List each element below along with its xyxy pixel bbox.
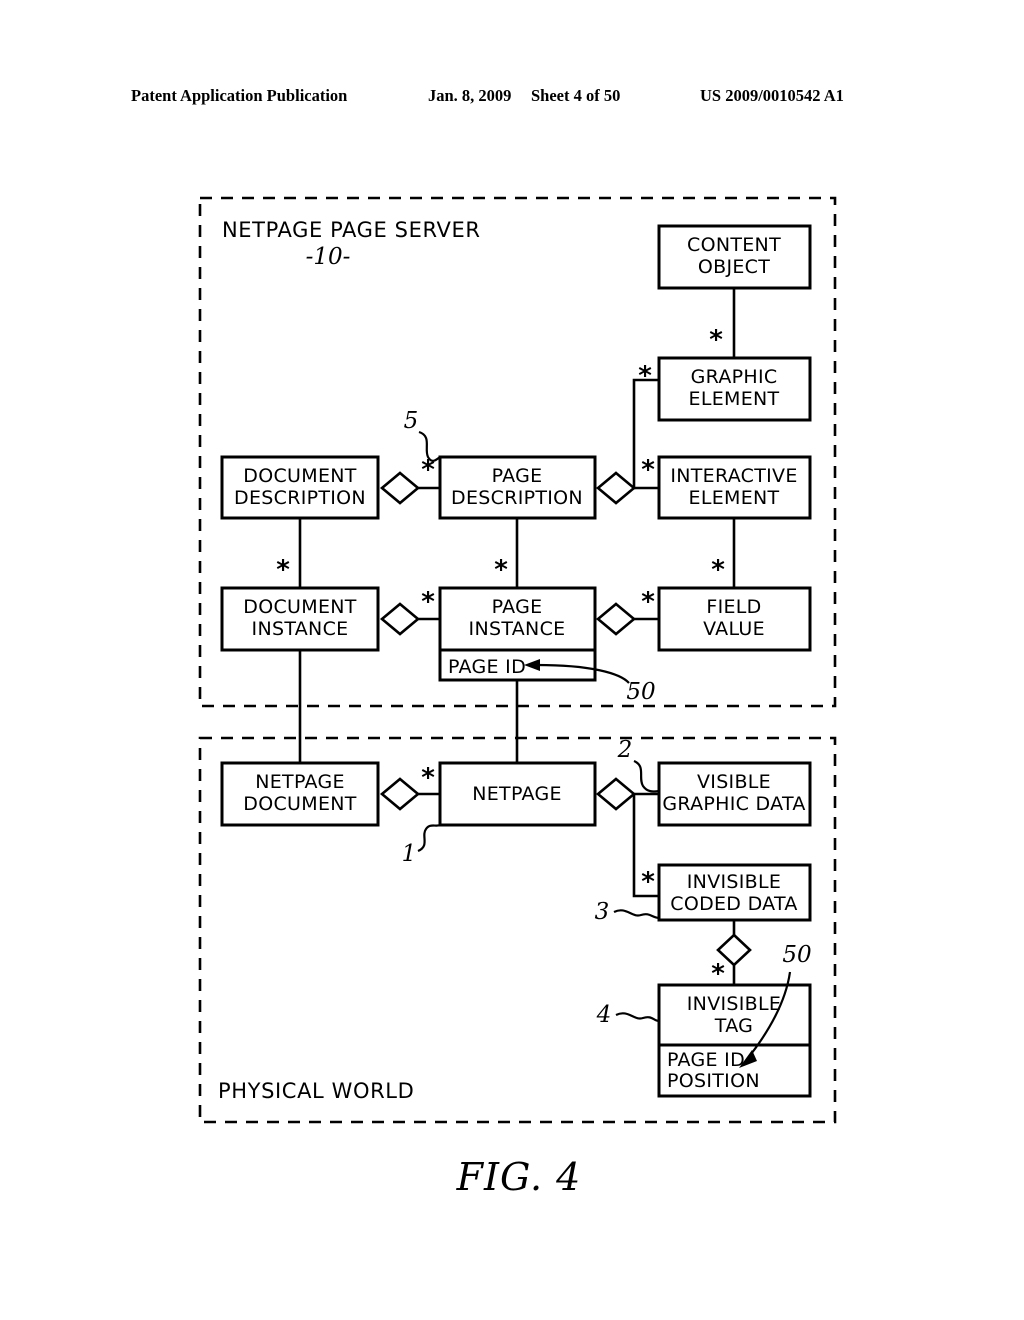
box-visible-graphic-data-label-line2: GRAPHIC DATA	[662, 793, 805, 815]
box-field-value[interactable]: FIELD VALUE	[657, 586, 812, 652]
multiplicity-star-netpage-invisible-coded-data: *	[641, 867, 655, 897]
box-document-instance-label-line1: DOCUMENT	[243, 596, 356, 618]
figure-caption: FIG. 4	[456, 1155, 582, 1199]
box-page-instance-label-line1: PAGE	[492, 596, 543, 618]
box-invisible-tag-attribute-page-id: PAGE ID	[667, 1049, 745, 1071]
box-document-instance[interactable]: DOCUMENT INSTANCE	[220, 586, 380, 652]
multiplicity-star-page-description-interactive-element: *	[641, 455, 655, 485]
box-netpage-label-line1: NETPAGE	[472, 783, 562, 805]
aggregation-diamond-netpage	[595, 777, 637, 811]
multiplicity-star-netpage-document-netpage: *	[421, 763, 435, 793]
aggregation-diamond-document-instance	[379, 602, 421, 636]
ref-numeral-visible-graphic-data: 2	[617, 737, 633, 763]
box-visible-graphic-data-label-line1: VISIBLE	[697, 771, 771, 793]
box-netpage[interactable]: NETPAGE	[438, 761, 597, 827]
ref-numeral-server-panel: -10-	[306, 244, 351, 270]
box-document-instance-label-line2: INSTANCE	[252, 618, 349, 640]
multiplicity-star-invisible-coded-data-invisible-tag: *	[711, 959, 725, 989]
aggregation-diamond-netpage-document	[379, 777, 421, 811]
ref-leader-invisible-coded-data	[613, 909, 660, 920]
box-interactive-element-label-line2: ELEMENT	[689, 487, 780, 509]
multiplicity-star-page-instance-field-value: *	[641, 587, 655, 617]
box-invisible-tag[interactable]: INVISIBLE TAG PAGE ID POSITION	[657, 983, 812, 1098]
multiplicity-star-page-description-graphic-element: *	[638, 361, 652, 391]
box-graphic-element[interactable]: GRAPHIC ELEMENT	[657, 356, 812, 422]
panel-title-netpage-page-server: NETPAGE PAGE SERVER	[222, 218, 481, 242]
ref-numeral-page-id-tag: 50	[782, 942, 811, 968]
box-invisible-tag-attribute-position: POSITION	[667, 1070, 760, 1092]
ref-numeral-invisible-coded-data: 3	[595, 899, 610, 925]
box-field-value-label-line1: FIELD	[706, 596, 761, 618]
box-graphic-element-label-line2: ELEMENT	[689, 388, 780, 410]
box-content-object-label-line1: CONTENT	[687, 234, 781, 256]
ref-leader-netpage	[417, 823, 441, 853]
ref-numeral-invisible-tag: 4	[596, 1002, 612, 1028]
aggregation-diamond-document-description	[379, 471, 421, 505]
box-invisible-tag-label-line1: INVISIBLE	[687, 993, 781, 1015]
box-netpage-document-label-line2: DOCUMENT	[243, 793, 356, 815]
box-content-object[interactable]: CONTENT OBJECT	[657, 224, 812, 290]
box-document-description[interactable]: DOCUMENT DESCRIPTION	[220, 455, 380, 520]
box-netpage-document[interactable]: NETPAGE DOCUMENT	[220, 761, 380, 827]
ref-leader-invisible-tag	[615, 1012, 660, 1023]
ref-numeral-page-description: 5	[404, 408, 419, 434]
aggregation-diamond-page-instance	[595, 602, 637, 636]
box-visible-graphic-data[interactable]: VISIBLE GRAPHIC DATA	[657, 761, 812, 827]
box-page-description-label-line1: PAGE	[492, 465, 543, 487]
box-document-description-label-line1: DOCUMENT	[243, 465, 356, 487]
figure-4-diagram: NETPAGE PAGE SERVER -10- PHYSICAL WORLD	[198, 196, 837, 1199]
patent-figure-page: Patent Application Publication Jan. 8, 2…	[0, 0, 1024, 1320]
ref-numeral-netpage: 1	[402, 841, 417, 867]
box-document-description-label-line2: DESCRIPTION	[234, 487, 366, 509]
multiplicity-star-content-object-graphic-element: *	[709, 325, 723, 355]
box-invisible-tag-label-line2: TAG	[714, 1015, 753, 1037]
box-page-instance-label-line2: INSTANCE	[469, 618, 566, 640]
box-page-description-label-line2: DESCRIPTION	[451, 487, 583, 509]
multiplicity-star-document-description-page-description: *	[421, 455, 435, 485]
ref-leader-visible-graphic-data	[633, 759, 660, 793]
multiplicity-star-page-description-page-instance: *	[494, 555, 508, 585]
multiplicity-star-document-instance-page-instance: *	[421, 587, 435, 617]
box-interactive-element-label-line1: INTERACTIVE	[670, 465, 797, 487]
box-invisible-coded-data[interactable]: INVISIBLE CODED DATA	[657, 863, 812, 922]
box-page-instance-attribute-page-id: PAGE ID	[448, 656, 526, 678]
box-page-description[interactable]: PAGE DESCRIPTION	[438, 455, 597, 520]
box-netpage-document-label-line1: NETPAGE	[255, 771, 345, 793]
box-content-object-label-line2: OBJECT	[698, 256, 770, 278]
box-invisible-coded-data-label-line1: INVISIBLE	[687, 871, 781, 893]
multiplicity-star-document-description-document-instance: *	[276, 555, 290, 585]
box-interactive-element[interactable]: INTERACTIVE ELEMENT	[657, 455, 812, 520]
multiplicity-star-interactive-element-field-value: *	[711, 555, 725, 585]
aggregation-diamond-page-description	[595, 471, 637, 505]
box-invisible-coded-data-label-line2: CODED DATA	[670, 893, 797, 915]
box-field-value-label-line2: VALUE	[703, 618, 765, 640]
panel-title-physical-world: PHYSICAL WORLD	[218, 1079, 414, 1103]
box-graphic-element-label-line1: GRAPHIC	[691, 366, 778, 388]
ref-numeral-page-id-server: 50	[626, 679, 655, 705]
